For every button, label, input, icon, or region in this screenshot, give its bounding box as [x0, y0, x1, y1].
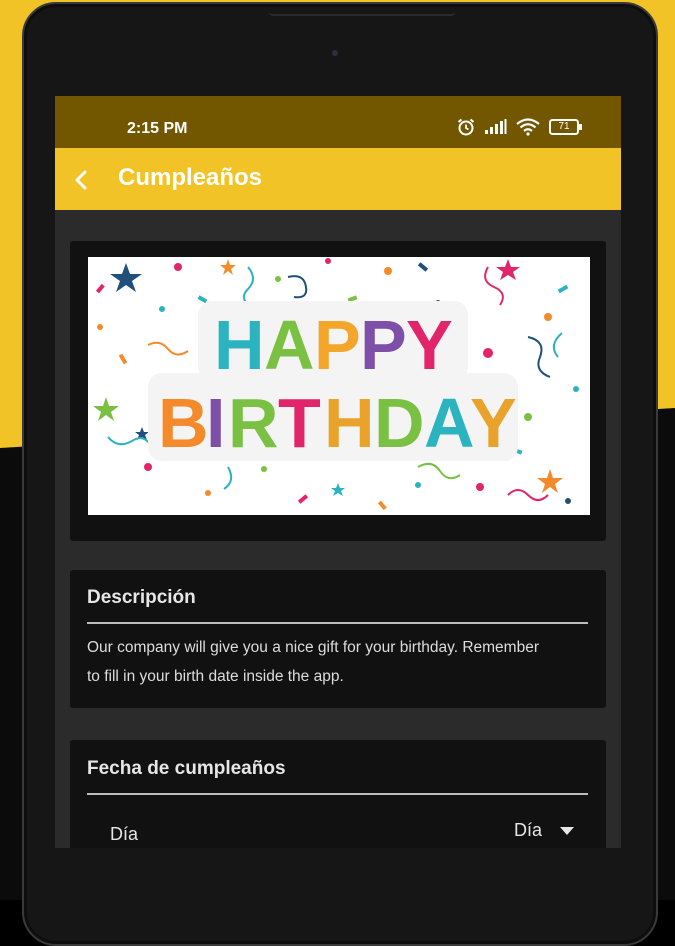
- chevron-left-icon: [75, 170, 87, 190]
- banner-letter: A: [424, 384, 475, 462]
- banner-letter: T: [278, 384, 321, 462]
- camera-icon: [332, 50, 338, 56]
- page-title: Cumpleaños: [118, 164, 263, 191]
- banner-letter: A: [264, 306, 315, 384]
- banner-letter: Y: [470, 384, 517, 462]
- status-time: 2:15 PM: [127, 120, 188, 137]
- divider: [87, 793, 588, 795]
- banner-letter: H: [214, 306, 265, 384]
- description-line: to fill in your birth date inside the ap…: [87, 668, 344, 685]
- description-text: Our company will give you a nice gift fo…: [87, 633, 592, 691]
- confetti-illustration: H A P P Y B I R T H D A Y: [93, 258, 579, 511]
- dropdown-arrow-icon: [560, 826, 574, 835]
- birthday-title: Fecha de cumpleaños: [87, 758, 286, 779]
- alarm-icon: [457, 118, 475, 136]
- wifi-icon: [516, 118, 540, 136]
- battery-level: 71: [558, 121, 570, 132]
- banner-letter: Y: [406, 306, 453, 384]
- happy-birthday-image: H A P P Y B I R T H D A Y: [88, 257, 590, 515]
- banner-letter: R: [228, 384, 279, 462]
- divider: [87, 622, 588, 624]
- status-bar: 2:15 PM 71: [55, 96, 621, 148]
- description-card: Descripción Our company will give you a …: [70, 570, 606, 708]
- banner-letter: P: [314, 306, 361, 384]
- banner-letter: H: [324, 384, 375, 462]
- birthday-card: Fecha de cumpleaños Día Día: [70, 740, 606, 848]
- battery-icon: 71: [549, 119, 583, 135]
- day-label: Día: [110, 824, 139, 844]
- day-select[interactable]: Día: [514, 820, 574, 841]
- app-screen: 2:15 PM 71 Cumpleaños H A P P Y B I R T …: [55, 96, 621, 848]
- description-title: Descripción: [87, 587, 196, 608]
- status-icons: 71: [456, 117, 583, 137]
- description-line: Our company will give you a nice gift fo…: [87, 639, 539, 656]
- banner-letter: D: [374, 384, 425, 462]
- back-button[interactable]: [63, 162, 99, 198]
- signal-icon: [485, 119, 507, 134]
- device-top-edge: [269, 6, 455, 16]
- banner-letter: I: [206, 384, 225, 462]
- banner-card: H A P P Y B I R T H D A Y: [70, 241, 606, 541]
- banner-letter: P: [360, 306, 407, 384]
- day-select-value: Día: [513, 820, 542, 840]
- app-bar: Cumpleaños: [55, 148, 621, 210]
- banner-letter: B: [158, 384, 209, 462]
